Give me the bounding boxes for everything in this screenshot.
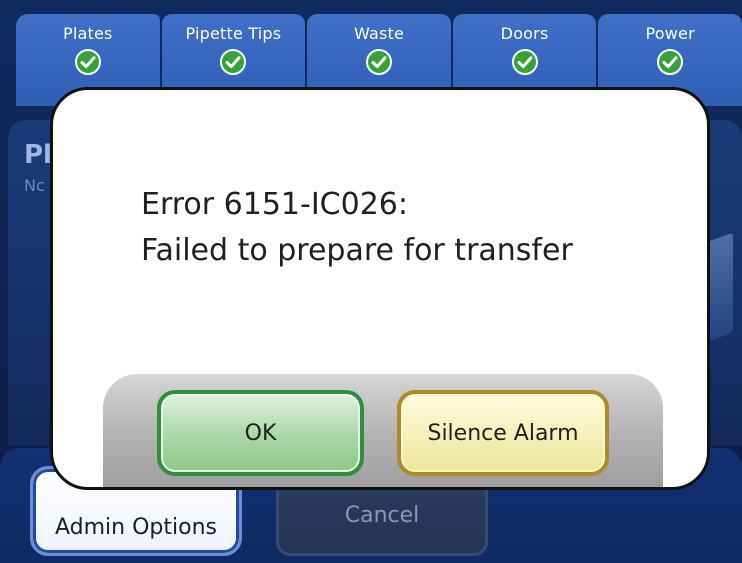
ok-label: OK: [244, 420, 277, 446]
ok-button[interactable]: OK: [157, 390, 364, 476]
silence-alarm-button[interactable]: Silence Alarm: [397, 390, 609, 476]
background-subtitle-partial: Nc: [24, 176, 45, 195]
cancel-label: Cancel: [344, 502, 420, 528]
app-frame: Plates Pipette Tips Waste Doors Power Pl…: [0, 0, 742, 563]
check-icon: [220, 49, 247, 75]
check-icon: [511, 49, 538, 75]
status-label: Plates: [63, 24, 113, 43]
error-message: Error 6151-IC026: Failed to prepare for …: [141, 182, 687, 274]
check-icon: [74, 49, 101, 75]
error-description: Failed to prepare for transfer: [141, 233, 573, 268]
background-title-partial: Pl: [24, 140, 52, 170]
status-label: Doors: [500, 24, 549, 43]
silence-alarm-label: Silence Alarm: [427, 420, 579, 446]
error-code: Error 6151-IC026:: [141, 187, 408, 222]
check-icon: [365, 49, 392, 75]
status-label: Power: [645, 24, 695, 43]
check-icon: [657, 49, 684, 75]
error-dialog: Error 6151-IC026: Failed to prepare for …: [50, 87, 710, 490]
status-label: Waste: [353, 24, 405, 43]
admin-options-label: Admin Options: [55, 515, 217, 540]
status-label: Pipette Tips: [185, 24, 282, 43]
